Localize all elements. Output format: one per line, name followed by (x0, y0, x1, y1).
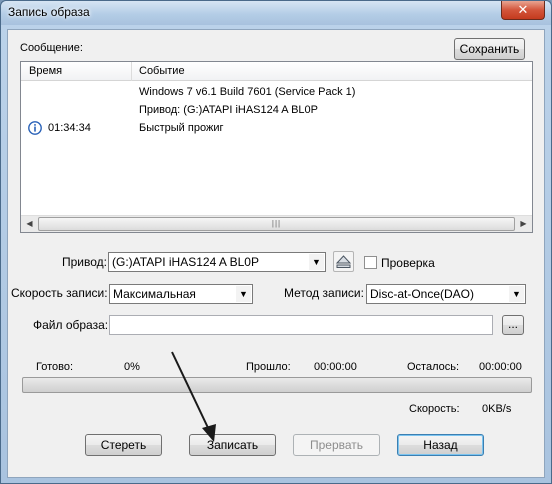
log-event: Быстрый прожиг (139, 122, 224, 134)
speed-label: Скорость: (409, 403, 460, 415)
write-method-value: Disc-at-Once(DAO) (370, 287, 475, 301)
verify-checkbox[interactable] (364, 256, 377, 269)
write-speed-label: Скорость записи: (11, 286, 108, 300)
log-list-header: Время Событие (21, 62, 532, 81)
burn-progress-bar (22, 377, 532, 393)
log-event: Привод: (G:)ATAPI iHAS124 A BL0P (139, 104, 319, 116)
info-icon (28, 121, 42, 135)
title-bar[interactable]: Запись образа ✕ (1, 1, 551, 25)
log-event: Windows 7 v6.1 Build 7601 (Service Pack … (139, 86, 356, 98)
done-value: 0% (124, 361, 140, 373)
elapsed-label: Прошло: (246, 361, 291, 373)
log-time: 01:34:34 (48, 122, 91, 134)
write-speed-select[interactable]: Максимальная ▼ (109, 284, 253, 304)
scrollbar-thumb[interactable]: ||| (38, 217, 515, 231)
scroll-left-arrow-icon[interactable]: ◀ (21, 216, 38, 232)
save-button[interactable]: Сохранить (454, 38, 525, 60)
drive-label: Привод: (62, 255, 107, 269)
eject-icon (335, 255, 352, 268)
browse-button[interactable]: ... (502, 315, 524, 335)
image-file-label: Файл образа: (33, 318, 109, 332)
chevron-down-icon: ▼ (309, 254, 324, 270)
scroll-right-arrow-icon[interactable]: ▶ (515, 216, 532, 232)
write-speed-value: Максимальная (113, 287, 196, 301)
speed-value: 0KB/s (482, 403, 512, 415)
remaining-label: Осталось: (407, 361, 460, 373)
horizontal-scrollbar[interactable]: ◀ ||| ▶ (21, 215, 532, 232)
remaining-value: 00:00:00 (479, 361, 522, 373)
done-label: Готово: (36, 361, 74, 373)
elapsed-value: 00:00:00 (314, 361, 357, 373)
annotation-arrow-icon (171, 351, 216, 442)
verify-label: Проверка (381, 256, 435, 270)
dialog-body: Сообщение: Сохранить Время Событие Windo… (7, 29, 545, 478)
back-button[interactable]: Назад (397, 434, 484, 456)
chevron-down-icon: ▼ (236, 286, 251, 302)
eject-button[interactable] (333, 251, 354, 272)
window-title: Запись образа (8, 5, 90, 19)
image-file-input[interactable] (109, 315, 493, 335)
burn-image-dialog: Запись образа ✕ Сообщение: Сохранить Вре… (0, 0, 552, 484)
chevron-down-icon: ▼ (509, 286, 524, 302)
column-header-event[interactable]: Событие (139, 65, 185, 77)
drive-select-value: (G:)ATAPI iHAS124 A BL0P (112, 255, 259, 269)
log-list[interactable]: Время Событие Windows 7 v6.1 Build 7601 … (20, 61, 533, 233)
write-method-label: Метод записи: (284, 286, 364, 300)
abort-button[interactable]: Прервать (293, 434, 380, 456)
erase-button[interactable]: Стереть (85, 434, 162, 456)
drive-select[interactable]: (G:)ATAPI iHAS124 A BL0P ▼ (108, 252, 326, 272)
message-label: Сообщение: (20, 42, 83, 54)
write-method-select[interactable]: Disc-at-Once(DAO) ▼ (366, 284, 526, 304)
close-button[interactable]: ✕ (501, 1, 545, 20)
column-divider[interactable] (131, 62, 132, 81)
column-header-time[interactable]: Время (29, 65, 62, 77)
